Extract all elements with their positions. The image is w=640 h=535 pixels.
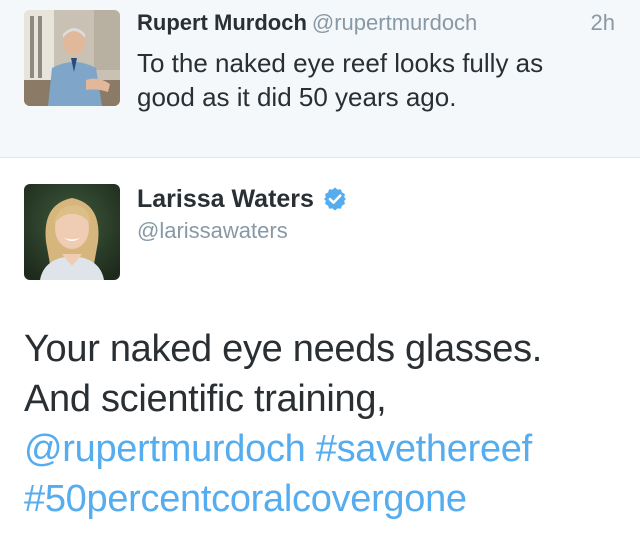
user-photo-avatar bbox=[24, 10, 120, 106]
main-author-name[interactable]: Larissa Waters bbox=[137, 185, 314, 214]
reply-author-handle[interactable]: @rupertmurdoch bbox=[312, 10, 477, 35]
reply-tweet-text: To the naked eye reef looks fully as goo… bbox=[137, 46, 607, 114]
reply-author-name[interactable]: Rupert Murdoch bbox=[137, 10, 307, 35]
reply-author-header: Rupert Murdoch @rupertmurdoch bbox=[137, 10, 477, 36]
user-photo-avatar bbox=[24, 184, 120, 280]
main-text-line-4: #50percentcoralcovergone bbox=[24, 474, 624, 524]
main-author-handle[interactable]: @larissawaters bbox=[137, 218, 288, 244]
reply-timestamp: 2h bbox=[590, 10, 615, 35]
main-text-line-1: Your naked eye needs glasses. bbox=[24, 328, 543, 370]
hashtag-link-savethereef[interactable]: #savethereef bbox=[316, 428, 532, 470]
reply-text-line-1: To the naked eye reef looks fully as bbox=[137, 48, 544, 78]
main-author-header: Larissa Waters bbox=[137, 184, 348, 214]
main-text-line-2: And scientific training, bbox=[24, 378, 387, 420]
reply-to-tweet[interactable]: Rupert Murdoch @rupertmurdoch 2h To the n… bbox=[0, 0, 640, 158]
hashtag-link-coral[interactable]: #50percentcoralcovergone bbox=[24, 478, 467, 520]
larissa-waters-avatar[interactable] bbox=[24, 184, 120, 280]
tweet-detail-screen: Rupert Murdoch @rupertmurdoch 2h To the n… bbox=[0, 0, 640, 535]
main-tweet-text: Your naked eye needs glasses. And scient… bbox=[24, 324, 624, 524]
verified-badge-icon bbox=[322, 186, 348, 212]
main-text-line-3: @rupertmurdoch #savethereef bbox=[24, 424, 624, 474]
mention-link[interactable]: @rupertmurdoch bbox=[24, 428, 306, 470]
rupert-murdoch-avatar[interactable] bbox=[24, 10, 120, 106]
reply-text-line-2: good as it did 50 years ago. bbox=[137, 82, 457, 112]
